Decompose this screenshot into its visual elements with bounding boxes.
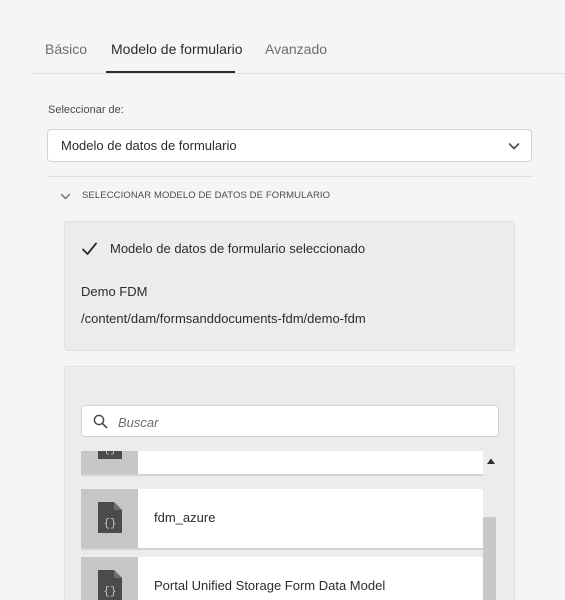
json-file-icon: {} [98,451,122,459]
svg-text:{}: {} [103,451,116,456]
chevron-down-icon [508,143,520,150]
tab-avanzado[interactable]: Avanzado [265,41,327,57]
thumbnail: {} [81,557,138,600]
selected-model-name: Demo FDM [81,284,148,299]
list-item[interactable]: {} fdm_azure [81,489,483,550]
search-box [81,405,499,437]
select-from-label: Seleccionar de: [48,104,124,116]
thumbnail: {} [81,451,138,474]
search-input[interactable] [118,412,488,432]
list-item-label: Portal Unified Storage Form Data Model [154,578,386,593]
tab-basico[interactable]: Básico [45,41,87,57]
section-divider [47,176,533,177]
json-file-icon: {} [98,502,122,533]
thumbnail: {} [81,489,138,548]
model-list: {} fdm_soap {} fdm_azure {} [81,451,483,600]
select-from-dropdown[interactable]: Modelo de datos de formulario [47,129,532,162]
json-file-icon: {} [98,570,122,600]
section-title: SELECCIONAR MODELO DE DATOS DE FORMULARI… [82,190,331,201]
list-item[interactable]: {} Portal Unified Storage Form Data Mode… [81,557,483,600]
selected-model-path: /content/dam/formsanddocuments-fdm/demo-… [81,311,366,326]
tab-modelo-de-formulario[interactable]: Modelo de formulario [111,41,243,57]
list-item-label: fdm_azure [154,510,216,525]
svg-text:{}: {} [103,586,116,598]
scroll-up-arrow-icon[interactable] [486,457,496,465]
scrollbar-thumb[interactable] [483,517,496,600]
chevron-down-icon [60,193,71,200]
selected-status-text: Modelo de datos de formulario selecciona… [110,241,366,256]
list-item[interactable]: {} fdm_soap [81,451,483,476]
active-tab-indicator [106,71,235,73]
svg-text:{}: {} [103,518,116,530]
select-from-value: Modelo de datos de formulario [61,138,237,153]
model-picker-card: {} fdm_soap {} fdm_azure {} [64,366,515,600]
search-icon [93,414,108,429]
checkmark-icon [82,242,97,255]
selected-model-card: Modelo de datos de formulario selecciona… [64,221,515,351]
tab-bar: Básico Modelo de formulario Avanzado [32,0,565,74]
